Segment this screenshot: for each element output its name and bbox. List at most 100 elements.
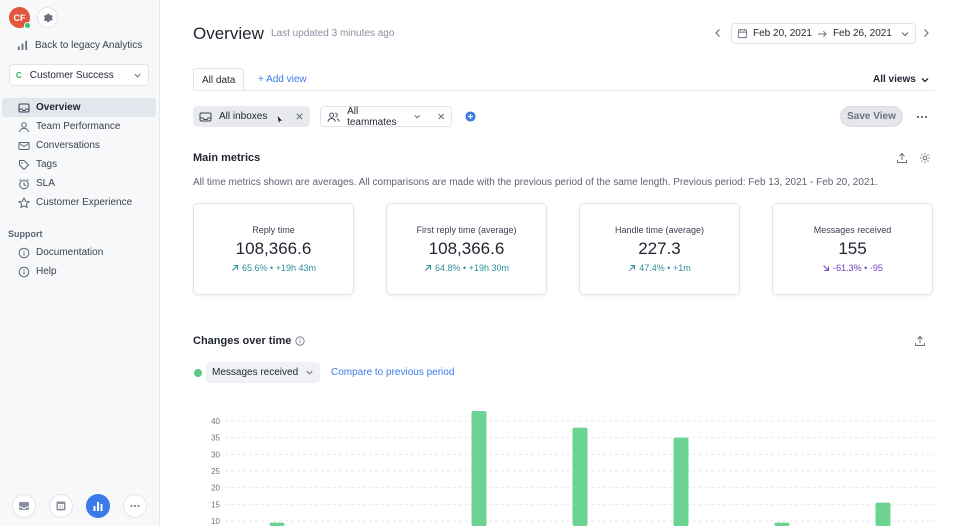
y-tick-label: 30 [211, 450, 220, 459]
metric-value: 108,366.6 [428, 239, 505, 258]
inbox-filter[interactable]: All inboxes [193, 106, 310, 127]
metric-change-text: 64.8% • +19h 30m [435, 263, 509, 273]
inbox-icon [199, 112, 212, 121]
user-icon [19, 121, 29, 132]
all-views-dropdown[interactable]: All views [873, 74, 930, 85]
sidebar-item-label: Help [36, 266, 57, 277]
info-icon [18, 266, 30, 277]
envelope-icon [18, 141, 30, 150]
metric-card-reply-time[interactable]: Reply time 108,366.6 65.6% • +19h 43m [193, 203, 354, 295]
messages-received-bar-chart: 10 15 20 25 30 35 40 [211, 411, 935, 526]
metric-label: Handle time (average) [614, 225, 705, 235]
chevron-down-icon [901, 31, 909, 36]
teammates-filter-label: All teammates [347, 105, 397, 128]
analytics-app-button[interactable] [86, 494, 110, 518]
users-icon [327, 112, 340, 122]
gear-icon[interactable] [919, 152, 931, 164]
svg-text:31: 31 [58, 504, 64, 509]
more-horizontal-icon[interactable] [916, 111, 928, 123]
add-view-link[interactable]: + Add view [258, 74, 307, 85]
sidebar-item-conversations[interactable]: Conversations [2, 136, 156, 155]
metric-change: 64.8% • +19h 30m [387, 263, 546, 273]
changes-over-time-title: Changes over time [193, 335, 292, 347]
metric-card-messages-received[interactable]: Messages received 155 -61.3% • -95 [772, 203, 933, 295]
chevron-right-icon[interactable] [920, 27, 932, 39]
back-link-label: Back to legacy Analytics [35, 40, 143, 51]
more-apps-button[interactable] [123, 494, 147, 518]
arrow-right-icon [817, 30, 827, 37]
sidebar-item-label: Overview [36, 102, 81, 113]
tag-icon [19, 159, 30, 170]
metrics-description: All time metrics shown are averages. All… [193, 177, 878, 188]
sidebar-item-label: Conversations [36, 140, 100, 151]
back-to-legacy-link[interactable]: Back to legacy Analytics [17, 40, 142, 51]
online-status-dot [24, 22, 31, 29]
metric-change: 65.6% • +19h 43m [194, 263, 353, 273]
team-name: Customer Success [29, 69, 114, 81]
metric-label: First reply time (average) [416, 225, 517, 235]
sidebar-nav: Overview Team Performance Conversations … [2, 98, 156, 212]
metric-value: 227.3 [638, 239, 681, 258]
tab-divider [193, 90, 935, 91]
sidebar-item-team-performance[interactable]: Team Performance [2, 117, 156, 136]
team-selector[interactable]: C Customer Success [9, 64, 149, 86]
cursor-icon [276, 113, 285, 125]
arrow-up-right-icon [629, 265, 636, 271]
metric-change-text: -61.3% • -95 [833, 263, 883, 273]
sidebar-item-label: Team Performance [36, 121, 121, 132]
y-tick-label: 25 [211, 467, 220, 476]
tab-all-data[interactable]: All data [193, 68, 245, 91]
arrow-up-right-icon [425, 265, 432, 271]
metric-card-first-reply-time[interactable]: First reply time (average) 108,366.6 64.… [386, 203, 547, 295]
bar-chart-icon [93, 502, 103, 511]
chevron-left-icon[interactable] [712, 27, 724, 39]
date-range-picker[interactable]: Feb 20, 2021 Feb 26, 2021 [731, 23, 916, 44]
chevron-down-icon [414, 114, 421, 119]
support-nav: Documentation Help [2, 243, 156, 281]
more-horizontal-icon [130, 505, 140, 507]
save-view-button[interactable]: Save View [840, 106, 903, 127]
inbox-app-button[interactable] [12, 494, 36, 518]
y-tick-label: 20 [211, 484, 220, 493]
sidebar-item-help[interactable]: Help [2, 262, 156, 281]
close-icon[interactable] [295, 112, 304, 121]
teammates-filter[interactable]: All teammates [320, 105, 452, 128]
sidebar-item-overview[interactable]: Overview [2, 98, 156, 117]
sidebar-item-sla[interactable]: SLA [2, 174, 156, 193]
bar[interactable] [471, 411, 487, 526]
metric-value: 108,366.6 [235, 239, 312, 258]
date-start: Feb 20, 2021 [753, 28, 812, 39]
bar[interactable] [673, 437, 689, 526]
y-tick-label: 15 [211, 500, 220, 509]
info-icon [18, 247, 30, 258]
chevron-down-icon [134, 73, 141, 78]
metric-change: 47.4% • +1m [580, 263, 739, 273]
inbox-icon [19, 502, 29, 510]
sidebar-item-customer-experience[interactable]: Customer Experience [2, 193, 156, 212]
settings-button[interactable] [37, 7, 58, 28]
export-icon[interactable] [896, 152, 908, 164]
sidebar-item-label: Tags [36, 159, 58, 170]
metric-card-handle-time[interactable]: Handle time (average) 227.3 47.4% • +1m [579, 203, 740, 295]
sidebar-item-documentation[interactable]: Documentation [2, 243, 156, 262]
add-filter-icon[interactable] [465, 111, 476, 122]
bar-chart-icon [17, 40, 28, 51]
metric-label: Reply time [252, 225, 295, 235]
main-metrics-title: Main metrics [193, 152, 261, 164]
close-icon[interactable] [437, 112, 445, 121]
y-tick-label: 10 [211, 517, 220, 526]
compare-previous-period-link[interactable]: Compare to previous period [331, 367, 454, 378]
metric-change-text: 65.6% • +19h 43m [242, 263, 316, 273]
inbox-icon [18, 103, 30, 112]
metric-selector[interactable]: Messages received [206, 362, 320, 383]
avatar-initials: CF [13, 12, 26, 23]
arrow-down-right-icon [823, 265, 830, 271]
bar[interactable] [875, 502, 891, 526]
calendar-app-button[interactable]: 31 [49, 494, 73, 518]
bar[interactable] [572, 427, 588, 526]
clock-icon [19, 178, 29, 189]
sidebar-item-tags[interactable]: Tags [2, 155, 156, 174]
export-icon[interactable] [914, 335, 926, 347]
info-icon[interactable] [295, 336, 305, 346]
avatar[interactable]: CF [9, 7, 31, 29]
